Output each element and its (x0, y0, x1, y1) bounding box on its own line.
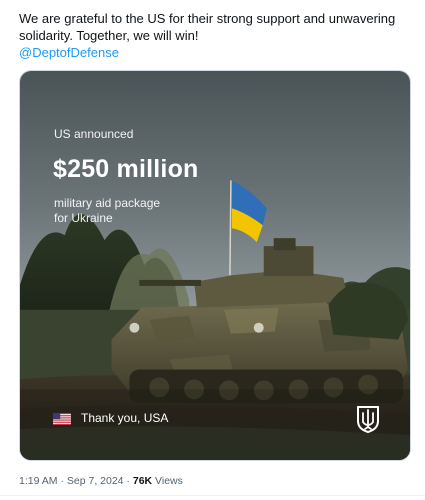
armed-forces-emblem-icon (357, 406, 379, 433)
meta-separator: · (123, 475, 133, 487)
us-flag-icon (53, 413, 71, 425)
views-label: Views (152, 475, 183, 487)
aid-description-line-1: military aid package (54, 196, 161, 210)
post-time[interactable]: 1:19 AM (19, 475, 58, 487)
aid-description: military aid package for Ukraine (54, 196, 214, 226)
mention-link[interactable]: @DeptofDefense (19, 44, 409, 61)
post: We are grateful to the US for their stro… (0, 0, 425, 500)
announced-label: US announced (54, 127, 134, 141)
views-count[interactable]: 76K (133, 475, 152, 487)
divider (0, 495, 425, 496)
post-text-line-1: We are grateful to the US for their stro… (19, 11, 396, 26)
aid-description-line-2: for Ukraine (54, 211, 113, 225)
post-media-image[interactable]: US announced $250 million military aid p… (19, 70, 411, 461)
post-meta: 1:19 AM · Sep 7, 2024 · 76K Views (19, 475, 183, 487)
post-date[interactable]: Sep 7, 2024 (67, 475, 124, 487)
thank-you-text: Thank you, USA (81, 411, 169, 425)
aid-amount: $250 million (53, 155, 199, 183)
post-text: We are grateful to the US for their stro… (19, 10, 409, 61)
meta-separator: · (57, 475, 67, 487)
post-text-line-2: solidarity. Together, we will win! (19, 28, 199, 43)
